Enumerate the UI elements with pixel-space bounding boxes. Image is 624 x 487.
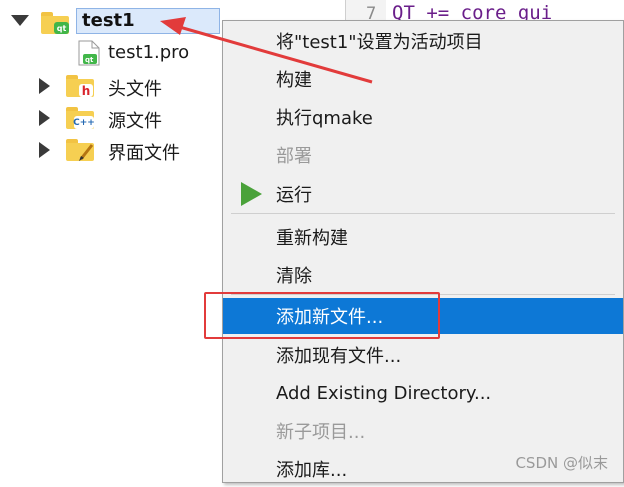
annotation-arrow	[160, 17, 373, 84]
watermark: CSDN @似末	[515, 454, 608, 472]
